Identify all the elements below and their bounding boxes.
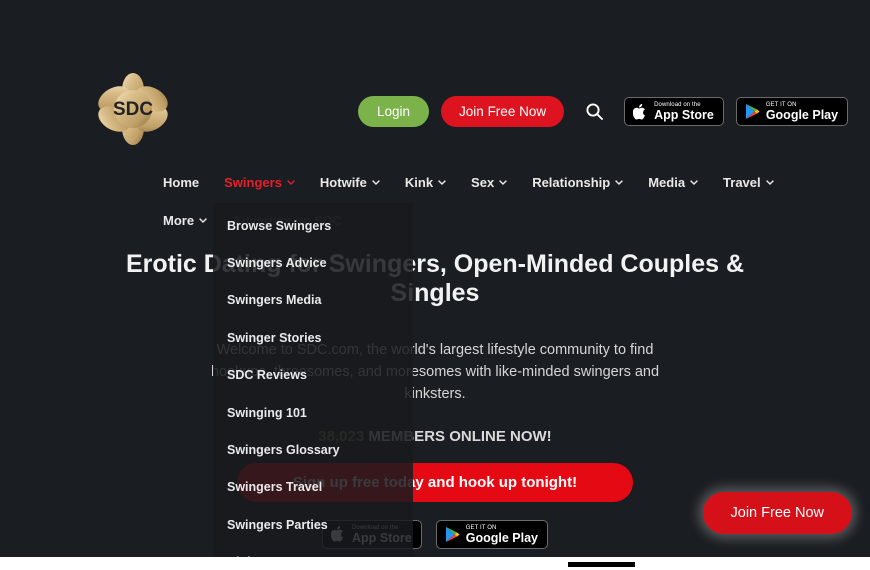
chevron-down-icon [499,180,508,185]
dropdown-item-swinger-stories[interactable]: Swinger Stories [213,319,413,356]
nav-item-label: Hotwife [319,175,367,190]
nav-item-label: Kink [404,175,434,190]
swingers-dropdown-menu: Browse Swingers Swingers Advice Swingers… [213,203,413,557]
google-play-large-text: Google Play [765,107,839,122]
svg-text:SDC: SDC [113,99,153,120]
nav-item-hotwife[interactable]: Hotwife [320,175,380,190]
nav-item-label: Media [648,175,686,190]
nav-item-label: Relationship [532,175,611,190]
members-online-status: 38,023 MEMBERS ONLINE NOW! [0,428,870,445]
nav-item-sex[interactable]: Sex [471,175,508,190]
dropdown-item-label: Swinger Stories [227,330,322,345]
nav-item-label: Home [163,175,200,190]
nav-item-swingers[interactable]: Swingers [224,175,295,190]
app-store-small-text: Download on the [654,101,701,108]
dropdown-item-swingers-glossary[interactable]: Swingers Glossary [213,431,413,468]
app-store-large-text: App Store [654,107,714,122]
chevron-down-icon [287,180,295,185]
chevron-down-icon [690,180,698,185]
nav-item-more[interactable]: More [163,213,207,228]
nav-item-travel[interactable]: Travel [723,175,774,190]
google-play-badge-hero[interactable]: GET IT ON Google Play [435,519,548,549]
page-bottom-stub [568,562,635,567]
page-title: Erotic Dating for Swingers, Open-Minded … [125,250,745,308]
dropdown-item-browse-swingers[interactable]: Browse Swingers [213,207,413,244]
sdc-logo[interactable]: SDC [96,72,170,146]
dropdown-item-swingers-parties[interactable]: Swingers Parties [213,506,413,543]
dropdown-item-label: SDC Reviews [227,368,307,383]
page-root: SDC Login Join Free Now Download on the [0,0,870,557]
dropdown-item-swinging-101[interactable]: Swinging 101 [213,394,413,431]
google-play-icon [445,526,460,542]
chevron-down-icon [199,218,207,223]
nav-item-label: Travel [723,175,761,190]
nav-item-label: Sex [471,175,495,190]
dropdown-item-swingers-media[interactable]: Swingers Media [213,282,413,319]
chevron-down-icon [765,180,774,185]
login-button[interactable]: Login [358,96,430,127]
dropdown-item-label: Browse Swingers [227,218,332,233]
google-play-icon [745,104,760,119]
nav-item-media[interactable]: Media [648,175,698,190]
google-play-small-text: GET IT ON [765,101,797,108]
header-actions: Login Join Free Now Download on the App … [358,96,849,127]
dropdown-item-sdc-reviews[interactable]: SDC Reviews [213,357,413,394]
nav-item-home[interactable]: Home [163,175,199,190]
below-fold-area [0,557,870,570]
apple-icon [633,103,645,120]
dropdown-item-swingers-advice[interactable]: Swingers Advice [213,244,413,281]
app-store-badge-header[interactable]: Download on the App Store [624,97,724,126]
chevron-down-icon [615,180,624,185]
dropdown-item-label: Swingers Glossary [227,443,340,458]
search-icon[interactable] [580,98,608,126]
nav-item-label: More [163,213,195,228]
dropdown-item-label: Clubs & Resorts [227,555,324,557]
nav-item-label: Swingers [224,175,282,190]
dropdown-item-label: Swingers Travel [227,480,323,495]
header-join-free-now-button[interactable]: Join Free Now [441,96,565,127]
nav-item-relationship[interactable]: Relationship [532,175,624,190]
site-header: SDC Login Join Free Now Download on the [0,0,870,228]
dropdown-item-label: Swingers Media [227,293,322,308]
nav-item-kink[interactable]: Kink [405,175,446,190]
google-play-small-text: GET IT ON [465,524,497,531]
floating-join-free-now-button[interactable]: Join Free Now [702,492,852,534]
google-play-large-text: Google Play [465,530,538,545]
primary-navigation: Home Swingers Hotwife Kink Sex Relations… [163,175,783,190]
dropdown-item-clubs-and-resorts[interactable]: Clubs & Resorts [213,544,413,557]
dropdown-item-label: Swingers Parties [227,517,328,532]
google-play-badge-header[interactable]: GET IT ON Google Play [735,97,849,126]
dropdown-item-label: Swingers Advice [227,256,327,271]
chevron-down-icon [438,180,446,185]
chevron-down-icon [371,180,380,185]
dropdown-item-swingers-travel[interactable]: Swingers Travel [213,469,413,506]
dropdown-item-label: Swinging 101 [227,405,307,420]
